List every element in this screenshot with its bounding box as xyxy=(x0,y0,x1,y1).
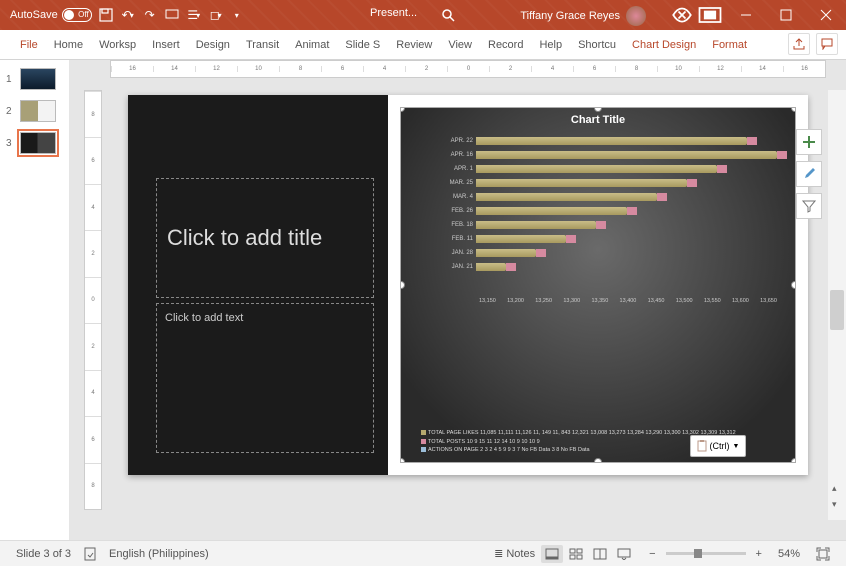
tab-review[interactable]: Review xyxy=(388,30,440,59)
tab-file[interactable]: File xyxy=(12,30,46,59)
notes-label: Notes xyxy=(506,548,535,560)
tab-animations[interactable]: Animat xyxy=(287,30,337,59)
notes-button[interactable]: ≣ Notes xyxy=(488,547,541,560)
zoom-slider[interactable] xyxy=(666,552,746,555)
autosave-toggle[interactable]: AutoSave Off xyxy=(10,8,92,22)
scrollbar-thumb[interactable] xyxy=(830,290,844,330)
vertical-ruler: 864202468 xyxy=(84,90,102,510)
slide-editor: 1614121086420246810121416 864202468 Clic… xyxy=(70,60,846,540)
avatar xyxy=(626,6,646,26)
chart-styles-button[interactable] xyxy=(796,161,822,187)
chart-x-axis: 13,15013,20013,25013,30013,35013,40013,4… xyxy=(479,298,777,304)
tab-home[interactable]: Home xyxy=(46,30,91,59)
text-placeholder[interactable]: Click to add text xyxy=(156,303,374,453)
chart-filters-button[interactable] xyxy=(796,193,822,219)
reading-view-button[interactable] xyxy=(589,545,611,563)
zoom-out-button[interactable]: − xyxy=(643,548,661,560)
autosave-state: Off xyxy=(78,10,89,19)
tab-slideshow[interactable]: Slide S xyxy=(337,30,388,59)
shape-icon[interactable]: ◻▾ xyxy=(208,7,224,23)
thumb-number: 1 xyxy=(6,74,16,85)
tab-view[interactable]: View xyxy=(440,30,480,59)
slide-indicator[interactable]: Slide 3 of 3 xyxy=(10,548,77,560)
clipboard-icon xyxy=(697,440,707,452)
resize-handle[interactable] xyxy=(594,458,602,463)
paste-options-button[interactable]: (Ctrl) ▼ xyxy=(690,435,746,457)
title-bar: AutoSave Off ↶▾ ↷ ☰▾ ◻▾ ▾ Present... Tif… xyxy=(0,0,846,30)
minimize-button[interactable] xyxy=(726,0,766,30)
slide-thumbnail-2[interactable] xyxy=(20,100,56,122)
title-placeholder-text: Click to add title xyxy=(167,225,322,251)
tab-design[interactable]: Design xyxy=(188,30,238,59)
accessibility-icon[interactable] xyxy=(77,547,103,561)
present-icon[interactable] xyxy=(164,7,180,23)
slide-thumbnails: 1 2 3 xyxy=(0,60,70,540)
resize-handle[interactable] xyxy=(400,281,405,289)
resize-handle[interactable] xyxy=(400,458,405,463)
zoom-level[interactable]: 54% xyxy=(772,548,806,560)
title-placeholder[interactable]: Click to add title xyxy=(156,178,374,298)
thumb-number: 3 xyxy=(6,138,16,149)
tab-recording[interactable]: Record xyxy=(480,30,531,59)
chart-elements-button[interactable] xyxy=(796,129,822,155)
comments-button[interactable] xyxy=(816,33,838,55)
scroll-up-icon[interactable]: ▴ xyxy=(832,483,837,494)
maximize-button[interactable] xyxy=(766,0,806,30)
user-name: Tiffany Grace Reyes xyxy=(520,10,620,22)
tab-insert[interactable]: Insert xyxy=(144,30,188,59)
normal-view-button[interactable] xyxy=(541,545,563,563)
save-icon[interactable] xyxy=(98,7,114,23)
vertical-scrollbar[interactable]: ▴ ▾ xyxy=(828,90,846,520)
redo-icon[interactable]: ↷ xyxy=(142,7,158,23)
slideshow-view-button[interactable] xyxy=(613,545,635,563)
resize-handle[interactable] xyxy=(791,458,796,463)
slide-canvas[interactable]: Click to add title Click to add text Cha… xyxy=(128,95,808,475)
zoom-in-button[interactable]: + xyxy=(750,548,768,560)
close-button[interactable] xyxy=(806,0,846,30)
resize-handle[interactable] xyxy=(791,281,796,289)
document-title: Present... xyxy=(370,7,417,19)
more-icon[interactable]: ▾ xyxy=(230,7,246,23)
search-icon[interactable] xyxy=(440,7,456,23)
text-placeholder-text: Click to add text xyxy=(165,312,243,324)
tab-chart-design[interactable]: Chart Design xyxy=(624,30,704,59)
user-account[interactable]: Tiffany Grace Reyes xyxy=(520,6,646,26)
tab-format[interactable]: Format xyxy=(704,30,755,59)
share-button[interactable] xyxy=(788,33,810,55)
paste-options-label: (Ctrl) xyxy=(710,441,730,451)
status-bar: Slide 3 of 3 English (Philippines) ≣ Not… xyxy=(0,540,846,566)
slide-thumbnail-3[interactable] xyxy=(20,132,56,154)
autosave-label: AutoSave xyxy=(10,9,58,21)
tab-shortcut[interactable]: Shortcu xyxy=(570,30,624,59)
fit-to-window-button[interactable] xyxy=(810,547,836,561)
tab-workspace[interactable]: Worksp xyxy=(91,30,144,59)
chart-plot-area[interactable]: APR. 22APR. 16APR. 1MAR. 25MAR. 4FEB. 26… xyxy=(446,134,777,294)
thumb-number: 2 xyxy=(6,106,16,117)
ribbon-tabs: File Home Worksp Insert Design Transit A… xyxy=(0,30,846,60)
slide-thumbnail-1[interactable] xyxy=(20,68,56,90)
resize-handle[interactable] xyxy=(791,107,796,112)
tab-transitions[interactable]: Transit xyxy=(238,30,287,59)
undo-icon[interactable]: ↶▾ xyxy=(120,7,136,23)
window-mode-icon[interactable] xyxy=(696,0,724,30)
scroll-down-icon[interactable]: ▾ xyxy=(832,499,837,510)
tab-help[interactable]: Help xyxy=(531,30,570,59)
sorter-view-button[interactable] xyxy=(565,545,587,563)
list-icon[interactable]: ☰▾ xyxy=(186,7,202,23)
horizontal-ruler: 1614121086420246810121416 xyxy=(110,60,826,78)
language-indicator[interactable]: English (Philippines) xyxy=(103,548,215,560)
coming-soon-icon[interactable] xyxy=(668,0,696,30)
chart-object[interactable]: Chart Title APR. 22APR. 16APR. 1MAR. 25M… xyxy=(400,107,796,463)
